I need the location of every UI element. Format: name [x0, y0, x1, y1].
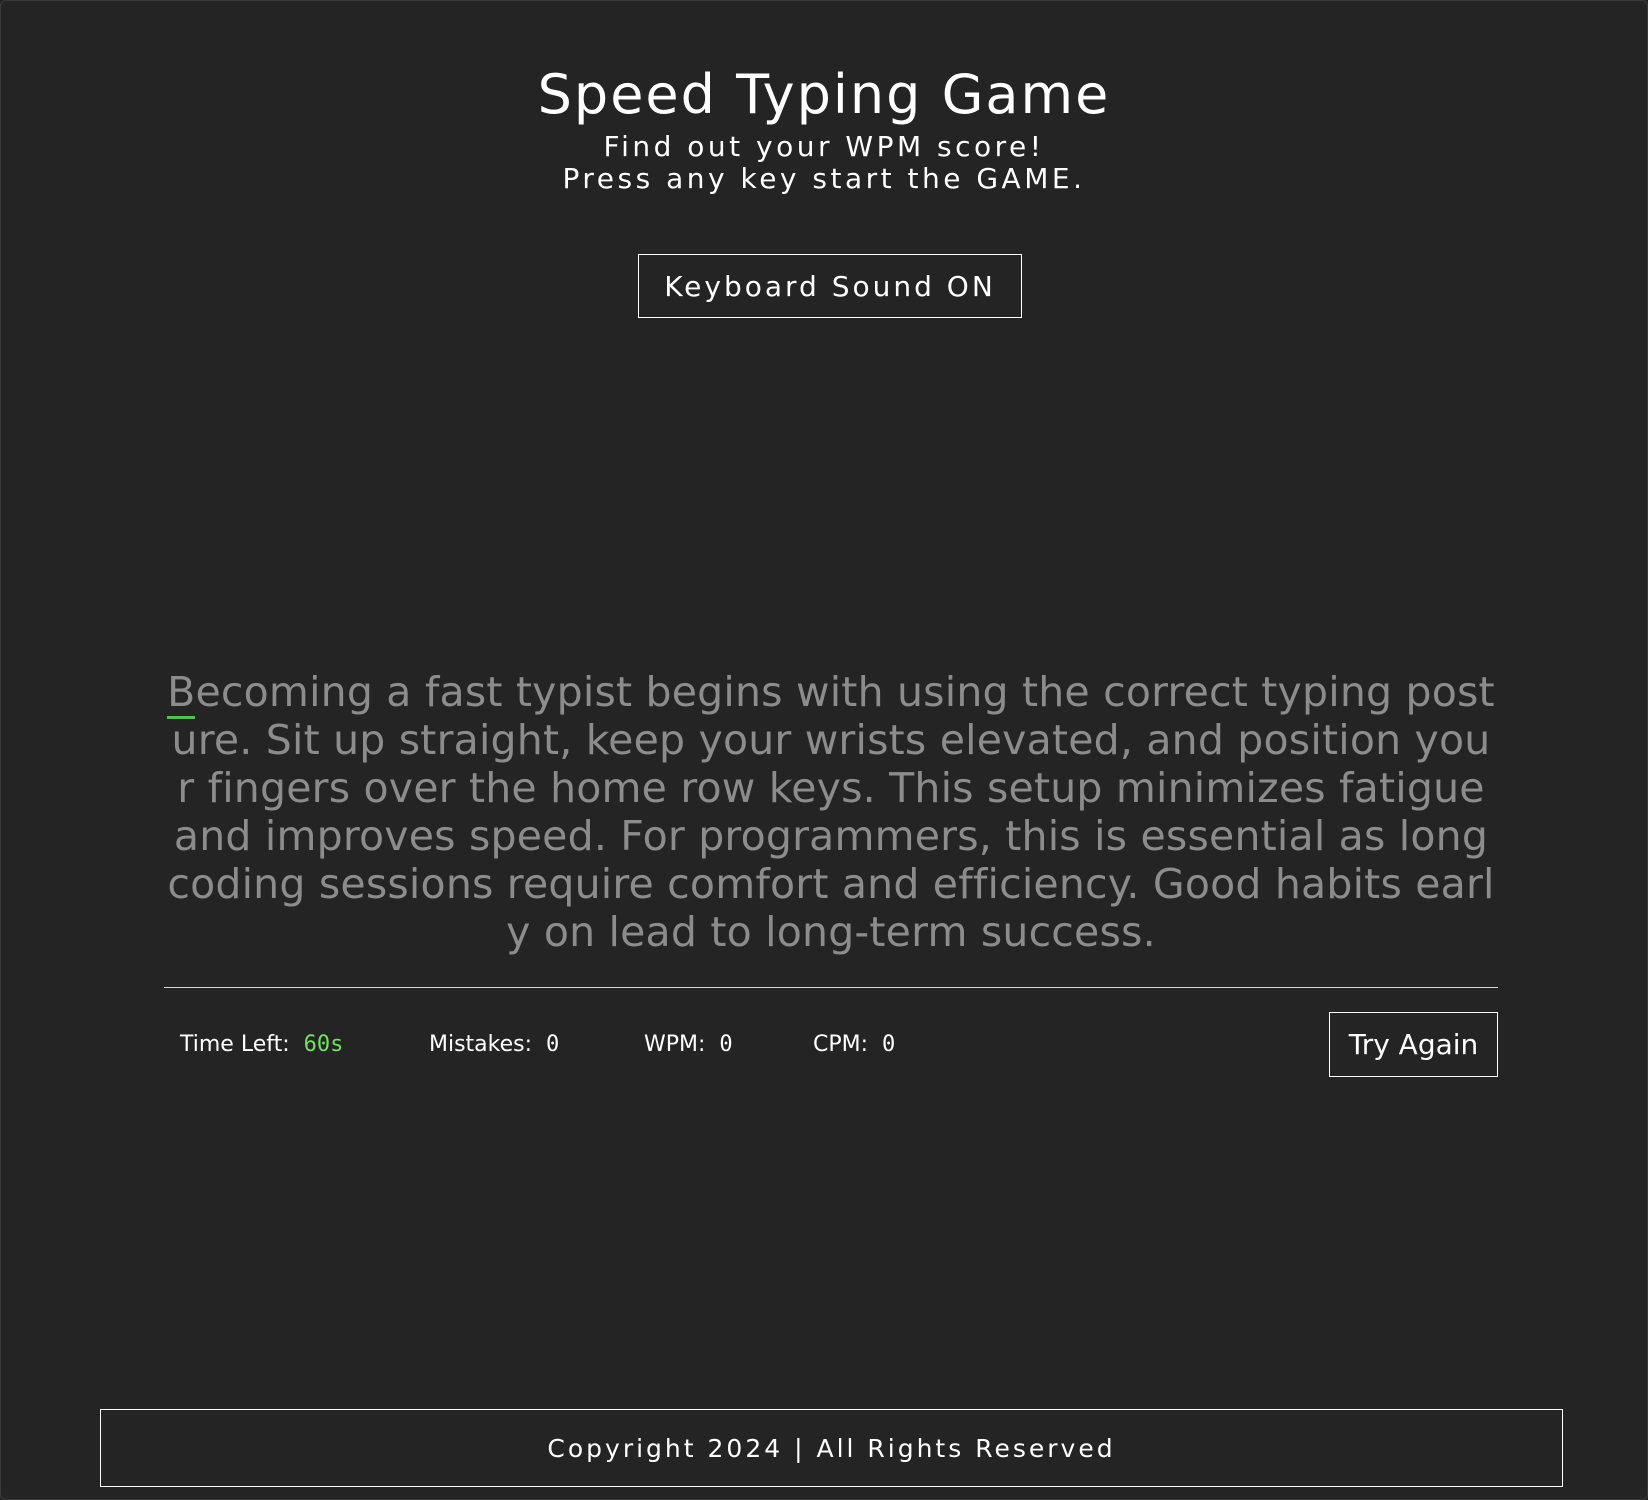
- mistakes-label: Mistakes:: [429, 1032, 533, 1057]
- subtitle-line-1: Find out your WPM score!: [603, 130, 1045, 163]
- copyright-text: Copyright 2024 | All Rights Reserved: [547, 1433, 1116, 1463]
- cpm-value: 0: [882, 1032, 896, 1057]
- current-char-cursor: B: [167, 668, 196, 719]
- typing-paragraph[interactable]: Becoming a fast typist begins with using…: [164, 668, 1498, 956]
- divider: [164, 987, 1498, 988]
- paragraph-remaining-text: ecoming a fast typist begins with using …: [167, 668, 1495, 956]
- header: Speed Typing Game Find out your WPM scor…: [0, 55, 1648, 195]
- stat-time-left: Time Left: 60s: [180, 1030, 343, 1060]
- try-again-button[interactable]: Try Again: [1329, 1012, 1498, 1077]
- wpm-label: WPM:: [644, 1032, 706, 1057]
- stat-wpm: WPM: 0: [644, 1030, 733, 1060]
- page-title: Speed Typing Game: [537, 63, 1111, 126]
- cpm-label: CPM:: [813, 1032, 869, 1057]
- stat-mistakes: Mistakes: 0: [429, 1030, 559, 1060]
- time-left-label: Time Left:: [180, 1032, 290, 1057]
- wpm-value: 0: [719, 1032, 733, 1057]
- mistakes-value: 0: [546, 1032, 560, 1057]
- keyboard-sound-toggle-button[interactable]: Keyboard Sound ON: [638, 254, 1022, 318]
- subtitle-line-2: Press any key start the GAME.: [562, 162, 1086, 195]
- stat-cpm: CPM: 0: [813, 1030, 895, 1060]
- footer: Copyright 2024 | All Rights Reserved: [100, 1409, 1563, 1487]
- subtitle: Find out your WPM score! Press any key s…: [0, 131, 1648, 195]
- time-left-value: 60s: [303, 1032, 344, 1057]
